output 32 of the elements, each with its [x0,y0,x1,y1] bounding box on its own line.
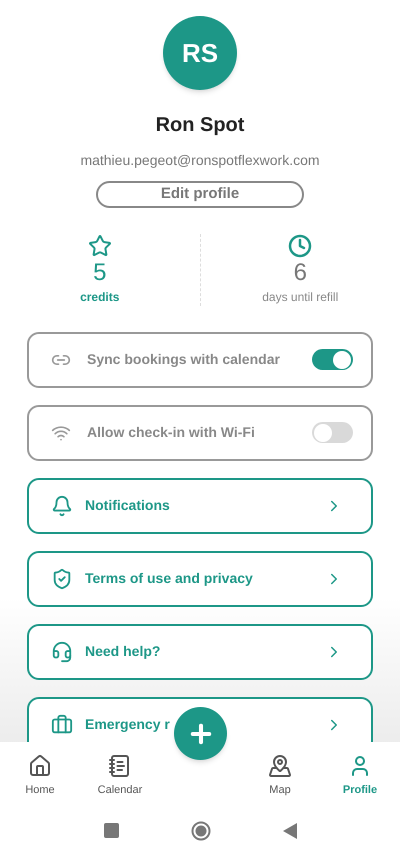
user-email: mathieu.pegeot@ronspotflexwork.com [80,151,320,170]
bell-icon [51,494,73,516]
menu-card[interactable]: Need help? [27,624,373,680]
clock-icon [288,234,312,258]
nav-tab[interactable]: Map [240,742,320,810]
nav-tab[interactable]: Calendar [80,742,160,810]
toggle-switch[interactable] [312,349,353,370]
menu-card[interactable]: Terms of use and privacy [27,550,373,606]
toggle-switch[interactable] [312,422,353,443]
stat-label: credits [80,288,120,306]
star-icon [88,234,112,258]
setting-label: Sync bookings with calendar [87,350,281,369]
menu-card[interactable]: Notifications [27,478,373,534]
avatar: RS [163,16,237,90]
stat-label: days until refill [262,288,338,306]
home-circle-icon[interactable] [190,820,210,840]
user-name: Ron Spot [156,113,244,138]
setting-label: Allow check-in with Wi-Fi [87,423,256,442]
edit-profile-button[interactable]: Edit profile [96,181,304,208]
menu-card[interactable]: Emergency r [27,696,373,742]
shield-check-icon [51,568,73,590]
recents-icon[interactable] [104,823,118,838]
nav-tab[interactable]: Home [0,742,80,810]
home-icon [28,754,52,778]
back-icon[interactable] [282,822,296,838]
headset-icon [51,640,73,662]
calendar-icon [108,754,132,778]
stat-value: 6 [294,258,307,288]
stat-value: 5 [93,258,106,288]
nav-tab[interactable]: Profile [320,742,400,810]
briefcase-icon [51,714,73,736]
map-pin-icon [268,754,292,778]
